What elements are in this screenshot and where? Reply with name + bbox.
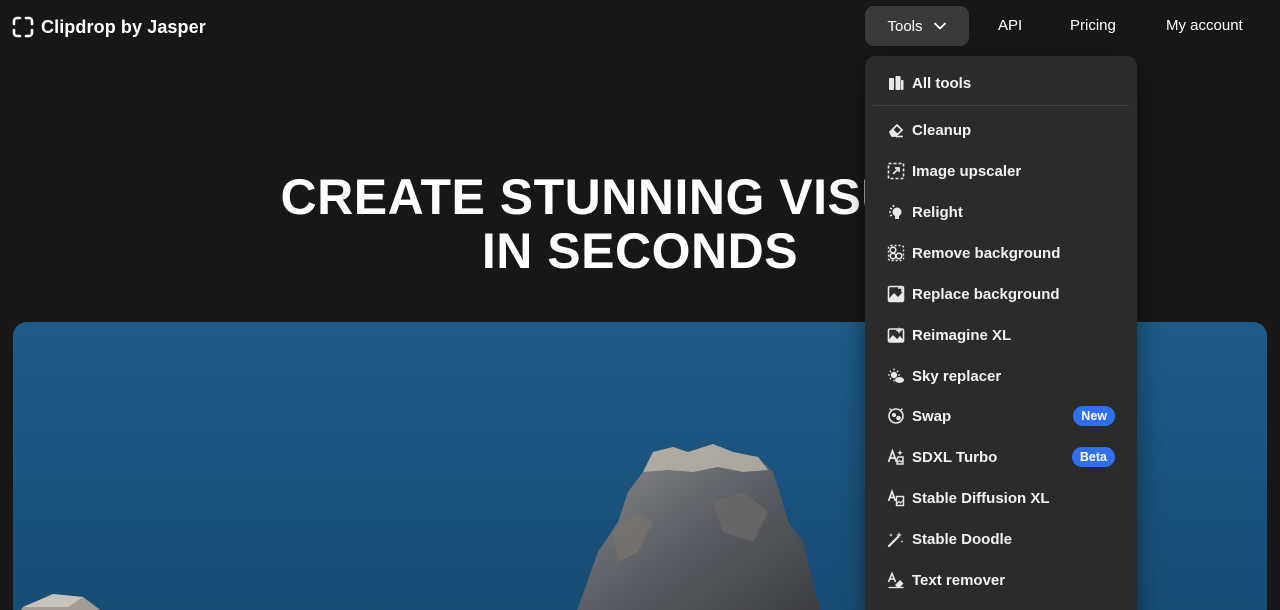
dropdown-item-label: Swap: [912, 407, 952, 425]
tools-label: Tools: [887, 17, 923, 35]
dropdown-item-label: Relight: [912, 203, 963, 221]
dropdown-item-sky-replacer[interactable]: Sky replacer: [865, 358, 1137, 394]
dropdown-item-label: SDXL Turbo: [912, 448, 998, 466]
dropdown-item-image-upscaler[interactable]: Image upscaler: [865, 153, 1137, 189]
sky-icon: [886, 367, 905, 386]
dropdown-item-label: Sky replacer: [912, 367, 1002, 385]
dropdown-item-label: Stable Doodle: [912, 530, 1013, 548]
dropdown-item-replace-background[interactable]: Replace background: [865, 276, 1137, 312]
new-badge: New: [1073, 406, 1115, 426]
magic-wand-icon: [886, 530, 905, 549]
dropdown-item-label: Stable Diffusion XL: [912, 489, 1050, 507]
clipdrop-logo-icon: [12, 16, 34, 38]
dropdown-item-stable-diffusion-xl[interactable]: Stable Diffusion XL: [865, 480, 1137, 516]
dropdown-item-label: Reimagine XL: [912, 326, 1012, 344]
tools-menu-button[interactable]: Tools: [865, 6, 969, 46]
my-account-link[interactable]: My account: [1166, 17, 1243, 34]
lightbulb-icon: [886, 203, 905, 222]
remove-background-icon: [886, 244, 905, 263]
dropdown-divider: [873, 105, 1129, 106]
logo-link[interactable]: Clipdrop by Jasper: [12, 14, 206, 40]
dropdown-item-label: Remove background: [912, 244, 1061, 262]
dropdown-item-label: Image upscaler: [912, 162, 1022, 180]
text-eraser-icon: [886, 571, 905, 590]
reimagine-icon: [886, 326, 905, 345]
replace-background-icon: [886, 285, 905, 304]
swap-icon: [886, 407, 905, 426]
stable-diffusion-icon: [886, 489, 905, 508]
beta-badge: Beta: [1071, 447, 1115, 467]
dropdown-item-cleanup[interactable]: Cleanup: [865, 112, 1137, 148]
main-nav: Tools: [865, 6, 969, 46]
dropdown-item-sdxl-turbo[interactable]: SDXL Turbo Beta: [865, 439, 1137, 475]
logo-text: Clipdrop by Jasper: [41, 16, 206, 37]
dropdown-item-relight[interactable]: Relight: [865, 194, 1137, 230]
all-tools-icon: [886, 74, 905, 93]
eraser-icon: [886, 121, 905, 140]
dropdown-item-all-tools[interactable]: All tools: [865, 65, 1137, 101]
chevron-down-icon: [933, 22, 946, 30]
dropdown-item-label: Text remover: [912, 571, 1006, 589]
dropdown-item-reimagine-xl[interactable]: Reimagine XL: [865, 317, 1137, 353]
text-to-image-icon: [886, 448, 905, 467]
dropdown-item-remove-background[interactable]: Remove background: [865, 235, 1137, 271]
dropdown-item-label: All tools: [912, 74, 972, 92]
api-link[interactable]: API: [998, 17, 1022, 34]
pricing-link[interactable]: Pricing: [1070, 17, 1116, 34]
dropdown-item-label: Replace background: [912, 285, 1060, 303]
dropdown-item-stable-doodle[interactable]: Stable Doodle: [865, 521, 1137, 557]
upscale-icon: [886, 162, 905, 181]
page: Clipdrop by Jasper Tools API Pricing My …: [0, 0, 1280, 610]
tools-dropdown: All tools Cleanup Image upscaler Relight: [865, 56, 1137, 610]
dropdown-item-swap[interactable]: Swap New: [865, 398, 1137, 434]
top-nav: Clipdrop by Jasper Tools API Pricing My …: [0, 0, 1280, 54]
dropdown-item-text-remover[interactable]: Text remover: [865, 562, 1137, 598]
dropdown-item-label: Cleanup: [912, 121, 972, 139]
